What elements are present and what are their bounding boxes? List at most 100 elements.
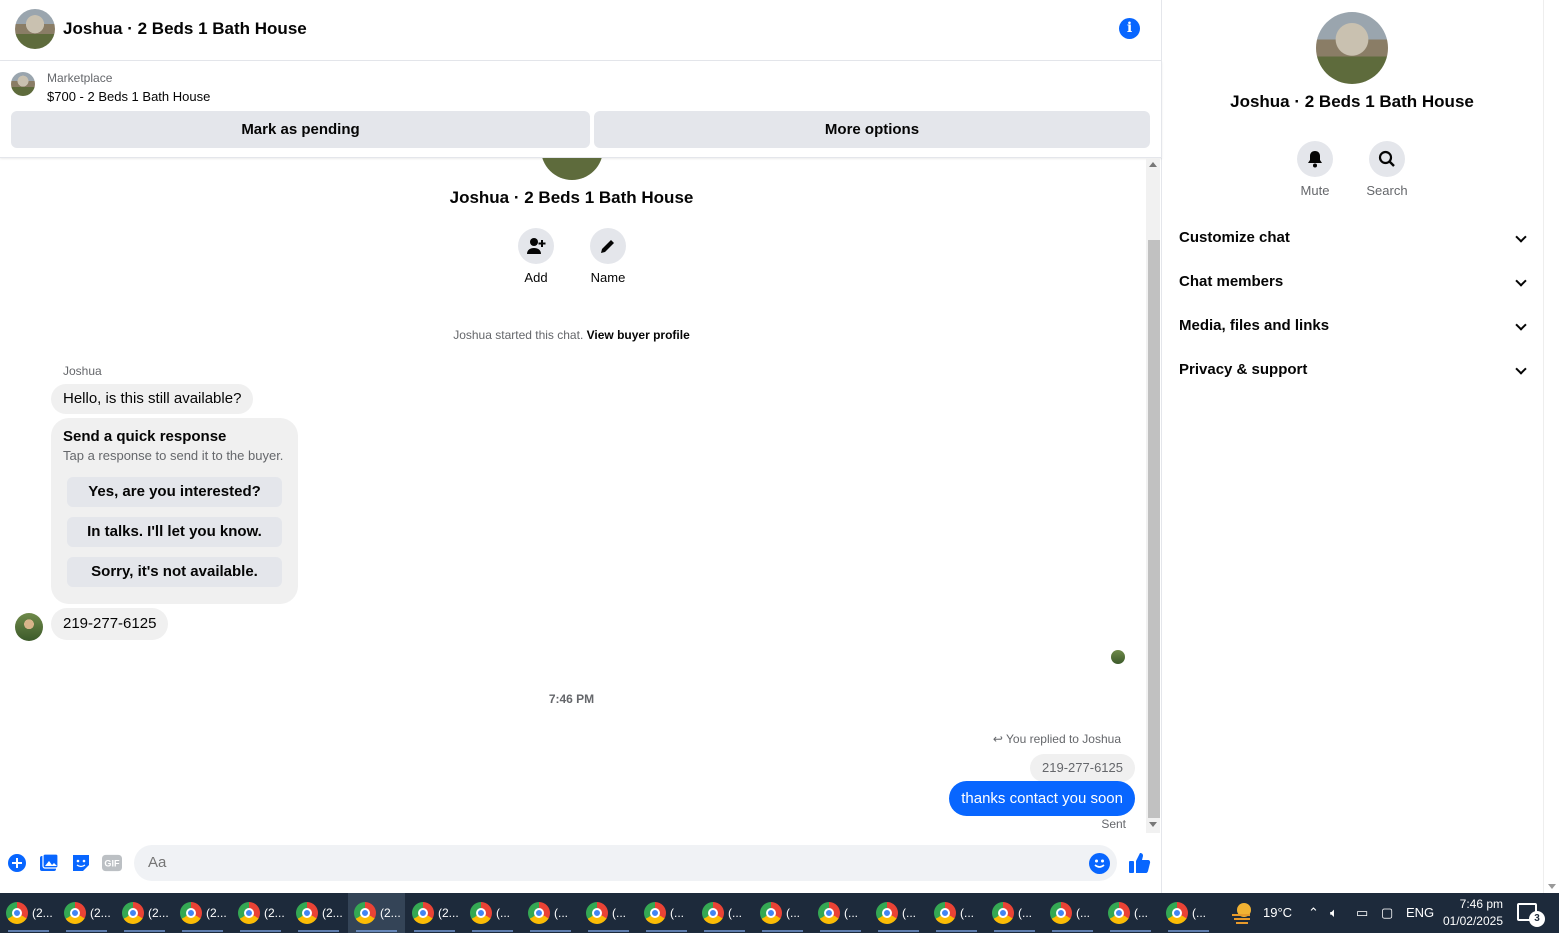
notification-icon[interactable]: 3 <box>1517 903 1545 927</box>
thread-scrollbar[interactable] <box>1146 158 1160 833</box>
clock[interactable]: 7:46 pm 01/02/2025 <box>1441 896 1503 930</box>
display-icon[interactable]: ▢ <box>1381 893 1393 933</box>
info-icon[interactable]: i <box>1119 18 1140 39</box>
taskbar-chrome-window[interactable]: (... <box>522 893 579 933</box>
add-people-button[interactable]: Add <box>506 228 566 285</box>
taskbar-chrome-window[interactable]: (... <box>696 893 753 933</box>
taskbar-chrome-window[interactable]: (... <box>638 893 695 933</box>
scroll-up-icon[interactable] <box>1149 162 1157 167</box>
chevron-down-icon <box>1515 363 1527 375</box>
windows-taskbar: (2... (2... (2... (2... (2... (2... (2... (2...… <box>0 893 1559 933</box>
listing-source: Marketplace <box>47 71 113 85</box>
taskbar-chrome-window[interactable]: (... <box>1044 893 1101 933</box>
thumbs-up-icon[interactable] <box>1128 851 1152 875</box>
taskbar-chrome-window[interactable]: (... <box>870 893 927 933</box>
clock-date: 01/02/2025 <box>1442 914 1503 928</box>
section-label: Customize chat <box>1179 229 1290 246</box>
listing-thumbnail[interactable] <box>11 72 35 96</box>
taskbar-chrome-window[interactable]: (... <box>754 893 811 933</box>
taskbar-chrome-window[interactable]: (2... <box>406 893 463 933</box>
taskbar-chrome-window[interactable]: (2... <box>290 893 347 933</box>
plus-icon[interactable] <box>7 853 27 873</box>
mark-as-pending-button[interactable]: Mark as pending <box>11 111 590 148</box>
chrome-icon <box>992 902 1014 924</box>
more-options-button[interactable]: More options <box>594 111 1150 148</box>
started-text: Joshua started this chat. <box>453 328 584 342</box>
chat-avatar[interactable] <box>15 9 55 49</box>
taskbar-window-label: (... <box>1018 906 1032 920</box>
mute-button[interactable]: Mute <box>1285 141 1345 198</box>
gif-icon[interactable]: GIF <box>102 853 122 873</box>
taskbar-chrome-window[interactable]: (2... <box>174 893 231 933</box>
taskbar-window-label: (2... <box>438 906 459 920</box>
weather-icon[interactable] <box>1230 893 1254 933</box>
chat-header: Joshua · 2 Beds 1 Bath House i <box>0 0 1162 61</box>
taskbar-chrome-window[interactable]: (... <box>1160 893 1217 933</box>
taskbar-chrome-window[interactable]: (2... <box>116 893 173 933</box>
taskbar-chrome-window[interactable]: (... <box>928 893 985 933</box>
customize-chat-section[interactable]: Customize chat <box>1179 218 1527 258</box>
taskbar-chrome-window[interactable]: (2... <box>348 893 405 933</box>
taskbar-window-label: (2... <box>148 906 169 920</box>
quick-response-title: Send a quick response <box>63 428 227 445</box>
taskbar-chrome-window[interactable]: (... <box>812 893 869 933</box>
section-label: Chat members <box>1179 273 1284 290</box>
sender-avatar[interactable] <box>15 613 43 641</box>
incoming-message[interactable]: 219-277-6125 <box>51 608 169 640</box>
quoted-message[interactable]: 219-277-6125 <box>1030 754 1135 782</box>
view-buyer-profile-link[interactable]: View buyer profile <box>587 328 690 342</box>
thread-avatar <box>541 158 603 180</box>
scroll-down-icon[interactable] <box>1548 884 1556 889</box>
scrollbar-thumb[interactable] <box>1148 240 1160 818</box>
listing-bar: Marketplace $700 - 2 Beds 1 Bath House M… <box>0 61 1162 158</box>
outgoing-message[interactable]: thanks contact you soon <box>949 781 1135 816</box>
quick-response-option[interactable]: In talks. I'll let you know. <box>67 517 282 547</box>
search-button[interactable]: Search <box>1357 141 1417 198</box>
edit-name-button[interactable]: Name <box>578 228 638 285</box>
taskbar-window-label: (... <box>786 906 800 920</box>
add-person-icon <box>518 228 554 264</box>
weather-temp[interactable]: 19°C <box>1263 893 1292 933</box>
speaker-icon[interactable]: 🔈︎ <box>1330 893 1338 933</box>
taskbar-chrome-window[interactable]: (... <box>580 893 637 933</box>
chat-started-notice: Joshua started this chat. View buyer pro… <box>0 328 1143 342</box>
chrome-icon <box>760 902 782 924</box>
pencil-icon <box>590 228 626 264</box>
taskbar-chrome-window[interactable]: (2... <box>58 893 115 933</box>
taskbar-chrome-window[interactable]: (... <box>1102 893 1159 933</box>
taskbar-chrome-window[interactable]: (... <box>986 893 1043 933</box>
photo-icon[interactable] <box>39 853 59 873</box>
quick-response-option[interactable]: Yes, are you interested? <box>67 477 282 507</box>
page-scrollbar[interactable] <box>1543 0 1559 893</box>
language-indicator[interactable]: ENG <box>1406 893 1434 933</box>
chrome-icon <box>586 902 608 924</box>
privacy-support-section[interactable]: Privacy & support <box>1179 350 1527 390</box>
quick-response-option[interactable]: Sorry, it's not available. <box>67 557 282 587</box>
chat-title[interactable]: Joshua · 2 Beds 1 Bath House <box>63 19 307 39</box>
panel-avatar[interactable] <box>1316 12 1388 84</box>
scroll-down-icon[interactable] <box>1149 822 1157 827</box>
taskbar-window-label: (... <box>496 906 510 920</box>
chevron-down-icon <box>1515 275 1527 287</box>
thread-name: Joshua · 2 Beds 1 Bath House <box>449 188 694 207</box>
taskbar-window-label: (... <box>612 906 626 920</box>
taskbar-window-label: (2... <box>264 906 285 920</box>
sticker-icon[interactable] <box>71 853 91 873</box>
chrome-icon <box>934 902 956 924</box>
chrome-icon <box>64 902 86 924</box>
chevron-up-icon[interactable]: ⌃ <box>1308 893 1319 933</box>
network-icon[interactable]: ▭ <box>1356 893 1368 933</box>
taskbar-chrome-window[interactable]: (... <box>464 893 521 933</box>
search-label: Search <box>1366 183 1408 198</box>
message-input[interactable] <box>134 845 1117 881</box>
incoming-message[interactable]: Hello, is this still available? <box>51 384 254 414</box>
taskbar-window-label: (... <box>728 906 742 920</box>
emoji-icon[interactable] <box>1089 853 1110 874</box>
media-files-links-section[interactable]: Media, files and links <box>1179 306 1527 346</box>
listing-item[interactable]: $700 - 2 Beds 1 Bath House <box>47 89 210 104</box>
chat-members-section[interactable]: Chat members <box>1179 262 1527 302</box>
taskbar-chrome-window[interactable]: (2... <box>0 893 57 933</box>
chrome-icon <box>122 902 144 924</box>
taskbar-chrome-window[interactable]: (2... <box>232 893 289 933</box>
chrome-icon <box>644 902 666 924</box>
